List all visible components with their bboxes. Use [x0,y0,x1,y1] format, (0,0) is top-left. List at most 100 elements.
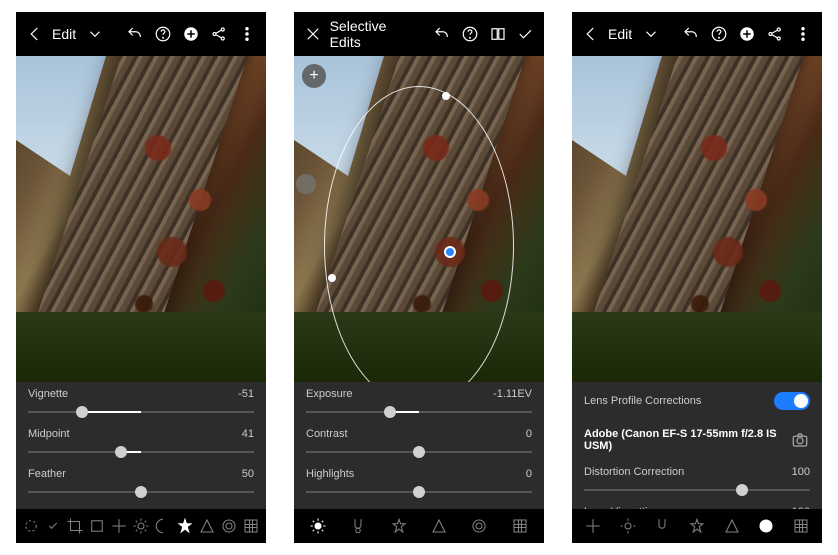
tool-color-icon[interactable] [154,517,172,535]
slider-value: 41 [242,428,254,440]
lens-profile-toggle-row: Lens Profile Corrections [572,382,822,420]
tool-optics-icon[interactable] [757,517,775,535]
close-icon[interactable] [302,23,324,45]
slider-track[interactable] [306,444,532,460]
mask-center-pin[interactable] [444,246,456,258]
slider-track[interactable] [28,484,254,500]
slider-track[interactable] [28,404,254,420]
tool-auto-icon[interactable] [110,517,128,535]
slider-track[interactable] [28,444,254,460]
slider-label: Vignette [28,388,68,400]
undo-icon[interactable] [680,23,702,45]
more-icon[interactable] [236,23,258,45]
tool-light-icon[interactable] [619,517,637,535]
slider-shadows: Shadows0 [294,502,544,509]
back-icon[interactable] [580,23,602,45]
slider-value: -51 [238,388,254,400]
tool-optics-icon[interactable] [220,517,238,535]
topbar: Edit [572,12,822,56]
tool-strip [294,509,544,543]
tool-auto-icon[interactable] [584,517,602,535]
toggle-label: Lens Profile Corrections [584,395,701,407]
tool-geometry-icon[interactable] [242,517,260,535]
image-preview[interactable] [16,56,266,382]
undo-icon[interactable] [432,23,454,45]
image-preview[interactable] [572,56,822,382]
slider-track[interactable] [306,484,532,500]
tool-reset-icon[interactable] [511,517,529,535]
slider-midpoint: Midpoint 41 [16,422,266,462]
slider-label: Distortion Correction [584,466,684,478]
lens-profile-toggle[interactable] [774,392,810,410]
tool-color-icon[interactable] [653,517,671,535]
topbar: Selective Edits [294,12,544,56]
slider-distortion: Distortion Correction 100 [572,460,822,500]
mask-handle-left[interactable] [328,274,336,282]
chevron-down-icon[interactable] [84,23,106,45]
slider-value: -1.11EV [493,388,532,400]
slider-value: 100 [792,466,810,478]
tool-detail-icon[interactable] [198,517,216,535]
tool-effects-icon[interactable] [176,517,194,535]
topbar: Edit [16,12,266,56]
chevron-down-icon[interactable] [640,23,662,45]
panel-vignette: Edit Vignette -51 Midpoint 41 [16,12,266,543]
mask-indicator-icon[interactable] [296,174,316,194]
slider-value: 0 [526,428,532,440]
slider-roundness: Roundness0 [16,502,266,509]
back-icon[interactable] [24,23,46,45]
adjust-panel: Vignette -51 Midpoint 41 Feather 50 Roundne… [16,382,266,509]
tool-selective-icon[interactable] [22,517,40,535]
add-icon[interactable] [180,23,202,45]
help-icon[interactable] [152,23,174,45]
add-icon[interactable] [736,23,758,45]
help-icon[interactable] [459,23,481,45]
slider-feather: Feather 50 [16,462,266,502]
help-icon[interactable] [708,23,730,45]
tool-effects-icon[interactable] [390,517,408,535]
share-icon[interactable] [764,23,786,45]
slider-contrast: Contrast 0 [294,422,544,462]
tool-crop-icon[interactable] [66,517,84,535]
slider-label: Midpoint [28,428,70,440]
tool-heal-icon[interactable] [44,517,62,535]
slider-label: Contrast [306,428,348,440]
image-preview[interactable]: + [294,56,544,382]
tool-effects-icon[interactable] [688,517,706,535]
mask-handle-top[interactable] [442,92,450,100]
tool-profiles-icon[interactable] [88,517,106,535]
share-icon[interactable] [208,23,230,45]
undo-icon[interactable] [124,23,146,45]
mode-title: Selective Edits [330,18,420,50]
slider-highlights: Highlights 0 [294,462,544,502]
mode-title[interactable]: Edit [608,26,632,42]
tool-detail-icon[interactable] [723,517,741,535]
confirm-icon[interactable] [514,23,536,45]
lens-profile-name: Adobe (Canon EF-S 17-55mm f/2.8 IS USM) [584,428,790,452]
slider-label: Highlights [306,468,354,480]
slider-value: 50 [242,468,254,480]
mode-title[interactable]: Edit [52,26,76,42]
tool-optics-icon[interactable] [470,517,488,535]
tool-light-icon[interactable] [309,517,327,535]
slider-track[interactable] [306,404,532,420]
panel-optics: Edit Lens Profile Corrections Adobe (Can [572,12,822,543]
adjust-panel: Exposure-1.11EV Contrast 0 Highlights 0 Sh… [294,382,544,509]
tool-light-icon[interactable] [132,517,150,535]
tool-strip [16,509,266,543]
tool-color-icon[interactable] [349,517,367,535]
more-icon[interactable] [792,23,814,45]
before-after-icon[interactable] [487,23,509,45]
slider-label: Feather [28,468,66,480]
slider-track[interactable] [584,482,810,498]
tool-geometry-icon[interactable] [792,517,810,535]
slider-value: 0 [526,468,532,480]
slider-lens-vignetting: Lens Vignetting100 [572,500,822,509]
panel-selective: Selective Edits + Exposure-1.11EV Contra… [294,12,544,543]
tool-strip [572,509,822,543]
slider-exposure: Exposure-1.11EV [294,382,544,422]
slider-vignette: Vignette -51 [16,382,266,422]
tool-detail-icon[interactable] [430,517,448,535]
add-mask-button[interactable]: + [302,64,326,88]
lens-profile-row[interactable]: Adobe (Canon EF-S 17-55mm f/2.8 IS USM) [572,420,822,460]
